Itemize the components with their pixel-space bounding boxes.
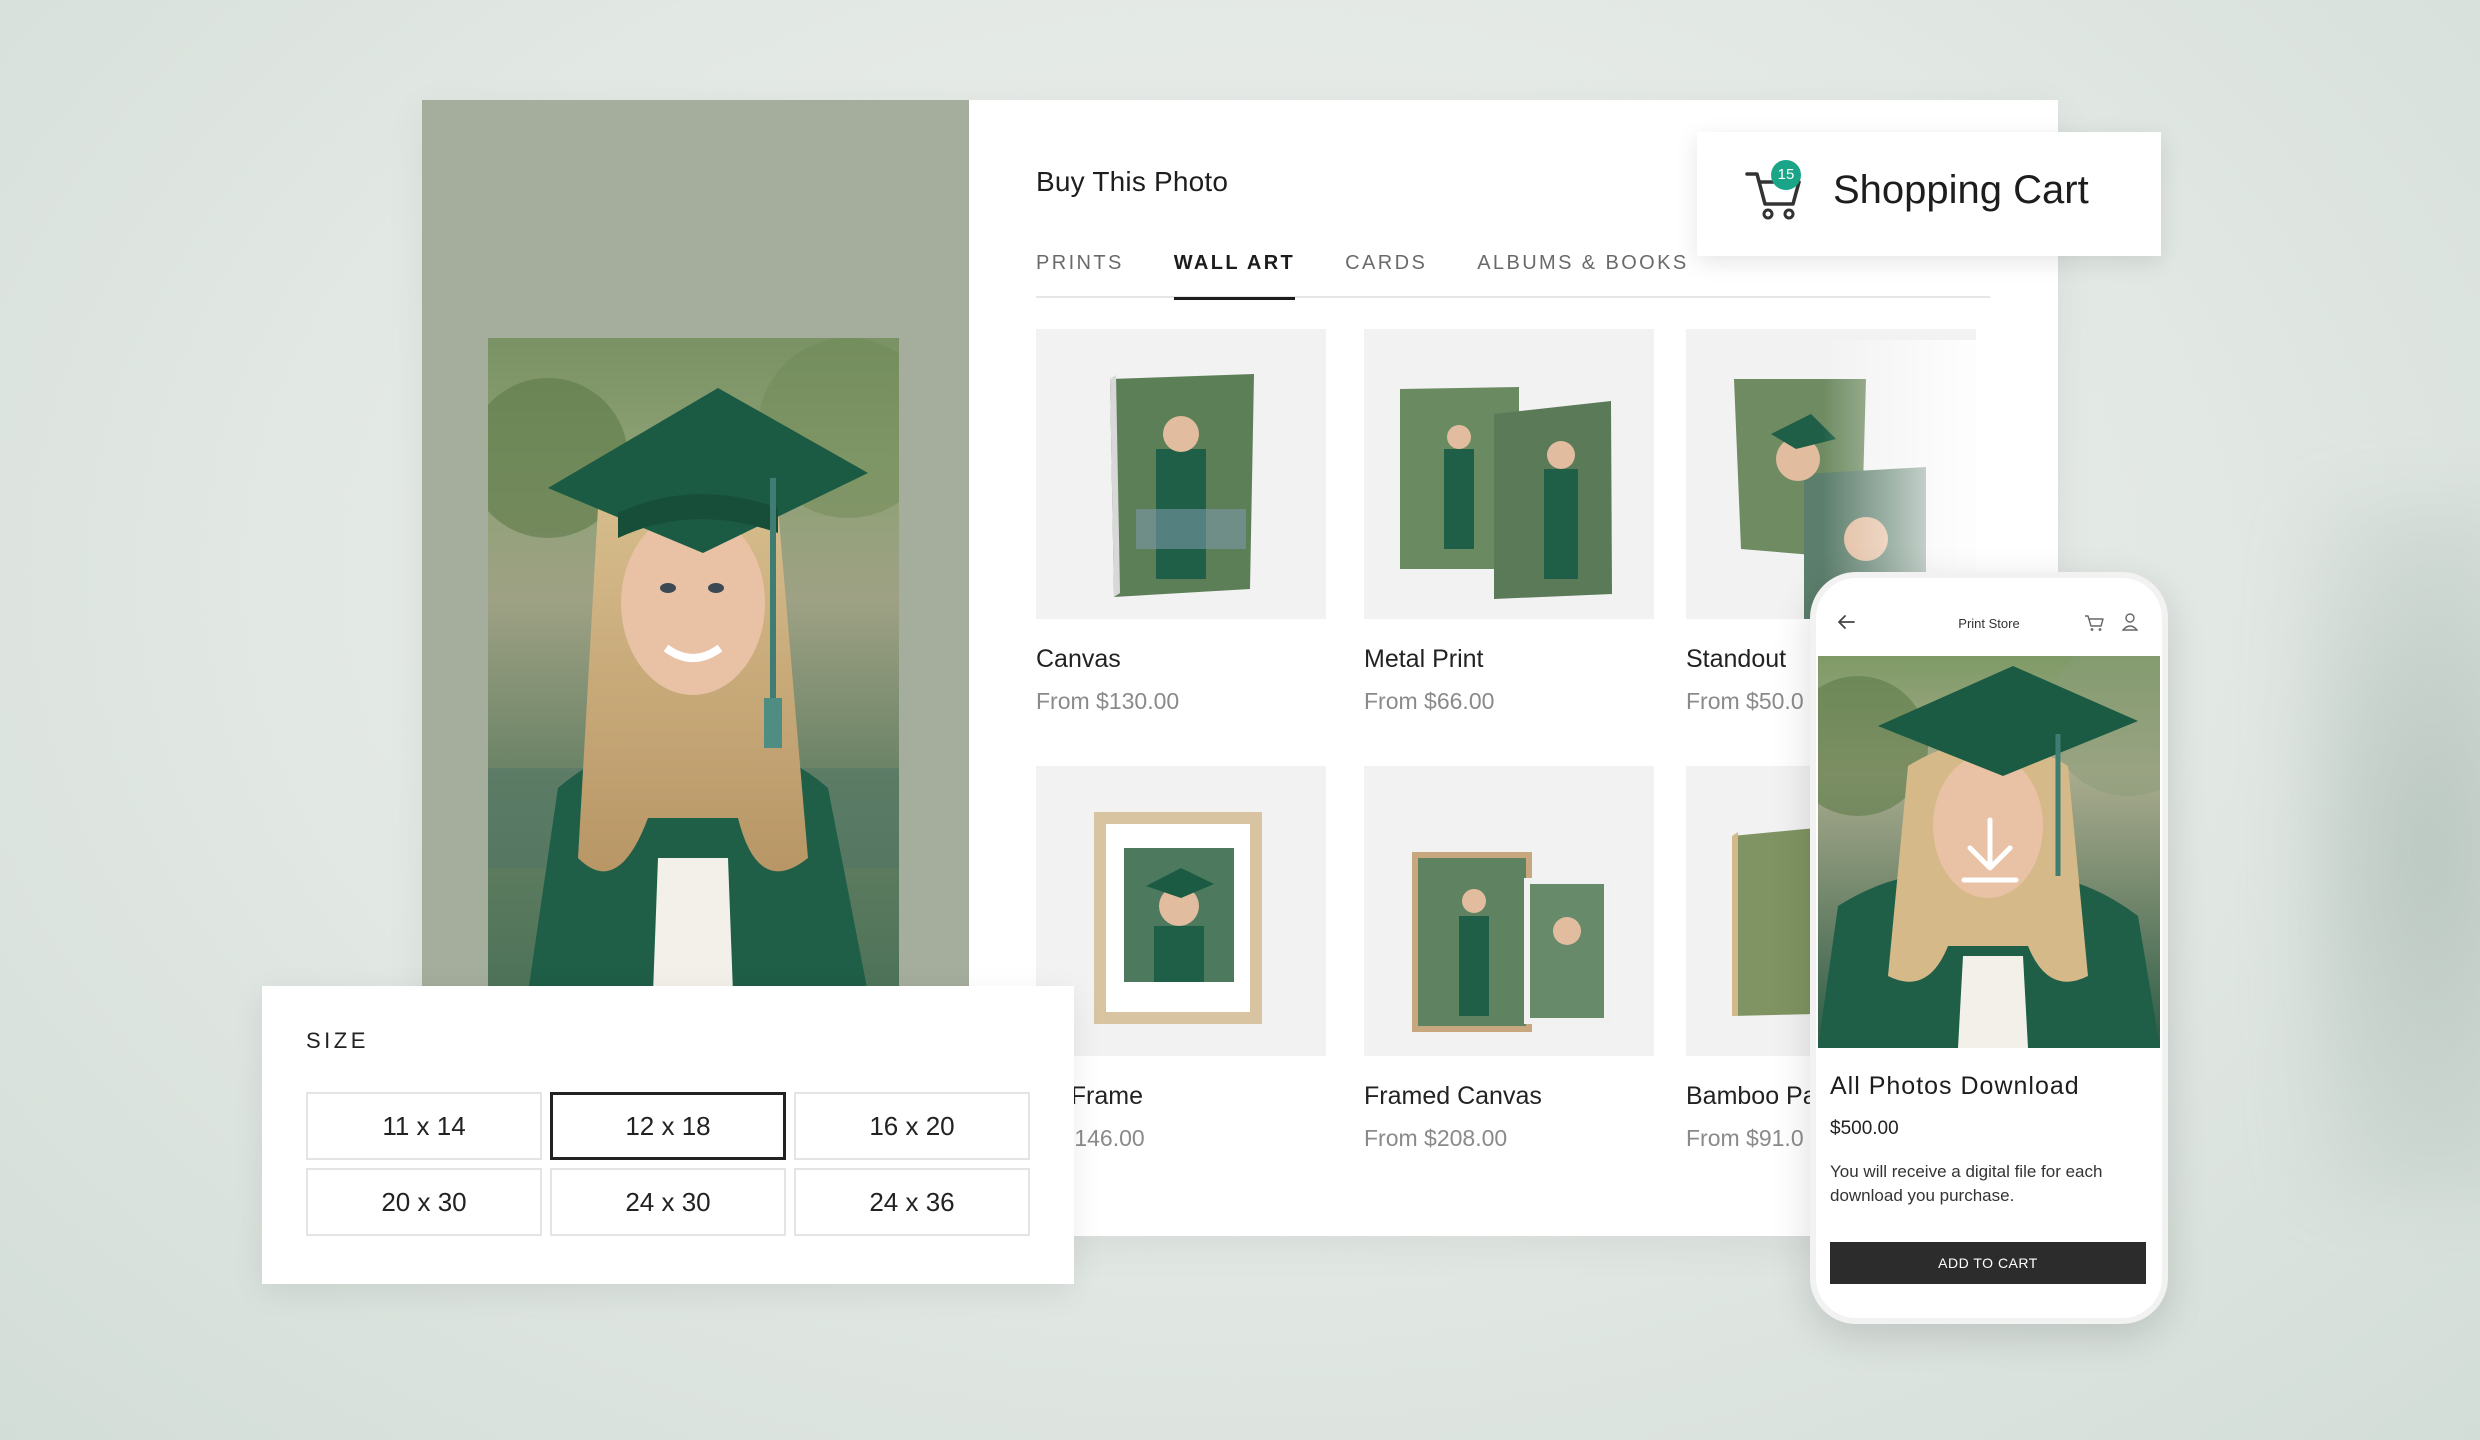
- product-card-canvas[interactable]: Canvas From $130.00: [1036, 329, 1326, 715]
- tab-prints[interactable]: PRINTS: [1036, 250, 1124, 298]
- cart-icon[interactable]: [2084, 614, 2104, 632]
- cart-count-badge: 15: [1771, 160, 1801, 190]
- product-card-wood-frame[interactable]: od Frame m $146.00: [1036, 766, 1326, 1152]
- product-price: m $146.00: [1036, 1125, 1145, 1151]
- cart-label: Shopping Cart: [1833, 168, 2089, 212]
- size-selector-card: SIZE 11 x 14 12 x 18 16 x 20 20 x 30 24 …: [262, 986, 1074, 1284]
- tab-albums-books[interactable]: ALBUMS & BOOKS: [1477, 250, 1688, 298]
- tab-wall-art[interactable]: WALL ART: [1173, 250, 1296, 300]
- tab-cards[interactable]: CARDS: [1345, 250, 1427, 298]
- size-title: SIZE: [306, 1028, 369, 1053]
- size-option-20x30[interactable]: 20 x 30: [306, 1168, 542, 1236]
- product-name: Metal Print: [1364, 645, 1484, 673]
- size-options: 11 x 14 12 x 18 16 x 20 20 x 30 24 x 30 …: [306, 1092, 1030, 1236]
- product-price: From $66.00: [1364, 688, 1495, 714]
- phone-title: Print Store: [1958, 616, 2020, 631]
- size-option-11x14[interactable]: 11 x 14: [306, 1092, 542, 1160]
- metal-print-thumbnail: [1364, 329, 1654, 619]
- product-name: Canvas: [1036, 645, 1121, 673]
- phone-product-title: All Photos Download: [1830, 1072, 2080, 1100]
- product-price: From $130.00: [1036, 688, 1180, 714]
- size-option-12x18[interactable]: 12 x 18: [550, 1092, 786, 1160]
- hero-graduate-photo: [488, 338, 899, 993]
- store-title: Buy This Photo: [1036, 166, 1229, 197]
- phone-product-price: $500.00: [1830, 1118, 1899, 1139]
- download-icon[interactable]: [1958, 816, 2022, 886]
- wood-frame-thumbnail: [1036, 766, 1326, 1056]
- mobile-print-store: Print Store All Photos Download $500.00 …: [1810, 572, 2168, 1324]
- user-icon[interactable]: [2121, 613, 2139, 631]
- size-option-24x30[interactable]: 24 x 30: [550, 1168, 786, 1236]
- category-tabs: PRINTS WALL ART CARDS ALBUMS & BOOKS: [1036, 250, 1990, 300]
- product-card-metal-print[interactable]: Metal Print From $66.00: [1364, 329, 1654, 715]
- canvas-print-thumbnail: [1036, 329, 1326, 619]
- product-price: From $208.00: [1364, 1125, 1508, 1151]
- product-name: od Frame: [1036, 1082, 1143, 1110]
- background-blur: [2300, 500, 2480, 1200]
- size-option-24x36[interactable]: 24 x 36: [794, 1168, 1030, 1236]
- phone-header: Print Store: [1816, 578, 2162, 658]
- phone-product-photo: [1818, 656, 2160, 1048]
- product-name: Framed Canvas: [1364, 1082, 1542, 1110]
- product-card-framed-canvas[interactable]: Framed Canvas From $208.00: [1364, 766, 1654, 1152]
- phone-product-description: You will receive a digital file for each…: [1830, 1162, 2103, 1205]
- framed-canvas-thumbnail: [1364, 766, 1654, 1056]
- add-to-cart-button[interactable]: ADD TO CART: [1830, 1242, 2146, 1284]
- size-option-16x20[interactable]: 16 x 20: [794, 1092, 1030, 1160]
- shopping-cart-button[interactable]: 15 Shopping Cart: [1697, 132, 2161, 256]
